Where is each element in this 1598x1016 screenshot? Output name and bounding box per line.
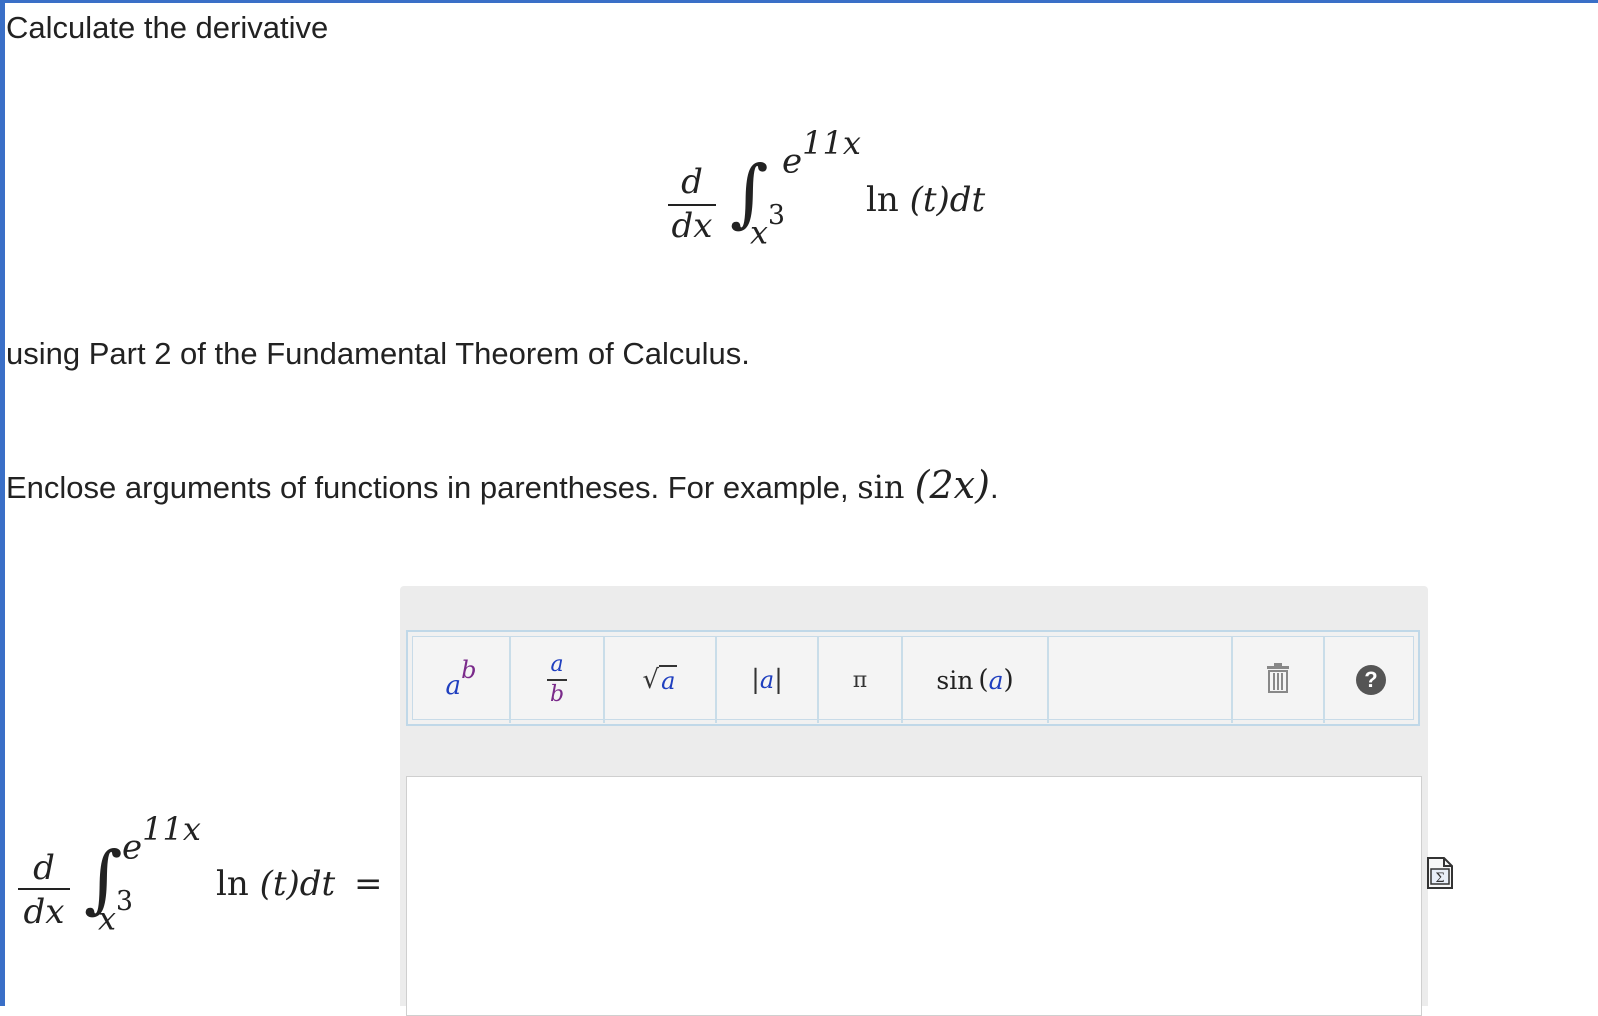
hint-example-arg: (2x) [914,463,990,507]
hint-text: Enclose arguments of functions in parent… [6,463,999,507]
trash-icon [1265,663,1291,697]
sqrt-argument: a [659,665,678,695]
upper-limit-base: e [782,141,803,182]
math-toolbar-inner: ab a b √ a | a | π sin (a) ? [412,636,1417,723]
upper-limit: e11x [782,124,861,182]
answer-lower-limit: x3 [98,886,133,938]
abs-right-bar: | [774,665,783,695]
answer-lower-limit-exponent: 3 [116,886,134,917]
toolbar-spacer [1049,637,1233,723]
answer-derivative-operator: d dx [18,848,70,932]
answer-upper-limit: e11x [122,810,201,868]
derivative-operator: d dx [668,162,716,246]
abs-left-bar: | [751,665,760,695]
hint-prefix: Enclose arguments of functions in parent… [6,470,858,505]
equals-sign: = [354,864,383,904]
answer-upper-limit-exponent: 11x [142,810,201,848]
hint-example-tail: . [989,470,999,505]
fraction-numerator: a [550,652,564,677]
lower-limit-base: x [750,213,769,252]
formula-sigma-icon[interactable]: Σ [1426,856,1454,895]
pi-button[interactable]: π [819,637,903,723]
integrand-argument: (t) [909,180,950,220]
power-button[interactable]: ab [413,637,511,723]
lower-limit-exponent: 3 [768,200,786,231]
clear-button[interactable] [1233,637,1325,723]
help-button[interactable]: ? [1325,637,1417,723]
answer-derivative-denominator: dx [23,892,65,932]
pi-symbol: π [852,667,868,693]
question-intro: Calculate the derivative [6,10,329,45]
answer-lower-limit-base: x [98,899,117,938]
sqrt-icon: √ [642,665,660,695]
fraction-button[interactable]: a b [511,637,605,723]
help-icon: ? [1356,665,1386,695]
abs-button[interactable]: | a | [717,637,819,723]
math-toolbar: ab a b √ a | a | π sin (a) ? [406,630,1420,726]
answer-upper-limit-base: e [122,827,143,868]
answer-input[interactable] [406,776,1422,1016]
hint-example-func: sin [857,468,905,506]
derivative-numerator: d [681,162,703,202]
sqrt-button[interactable]: √ a [605,637,717,723]
integrand: ln (t)dt [866,180,985,220]
answer-integrand-function: ln [216,864,249,904]
fraction-bar [547,679,567,681]
answer-integrand-argument: (t) [259,864,300,904]
answer-derivative-numerator: d [33,848,55,888]
lower-limit: x3 [750,200,785,252]
hint-example: sin (2x) [857,463,990,507]
integrand-function: ln [866,180,899,220]
sin-left-paren: ( [978,665,989,695]
sin-right-paren: ) [1003,665,1014,695]
answer-label-expression: d dx ∫ e11x x3 ln (t)dt = [14,810,394,950]
sin-button[interactable]: sin (a) [903,637,1049,723]
abs-argument: a [759,666,775,694]
power-exponent: b [461,656,477,684]
answer-integrand: ln (t)dt = [216,864,383,904]
answer-integrand-differential: dt [299,864,336,904]
sin-argument: a [988,665,1004,695]
power-base: a [445,671,462,701]
fraction-denominator: b [549,682,565,707]
integrand-differential: dt [949,180,986,220]
sin-label: sin [936,665,974,695]
upper-limit-exponent: 11x [802,124,861,162]
svg-text:Σ: Σ [1435,871,1444,886]
display-expression: d dx ∫ e11x x3 ln (t)dt [660,120,1000,260]
derivative-denominator: dx [671,206,713,246]
question-method: using Part 2 of the Fundamental Theorem … [6,336,750,371]
